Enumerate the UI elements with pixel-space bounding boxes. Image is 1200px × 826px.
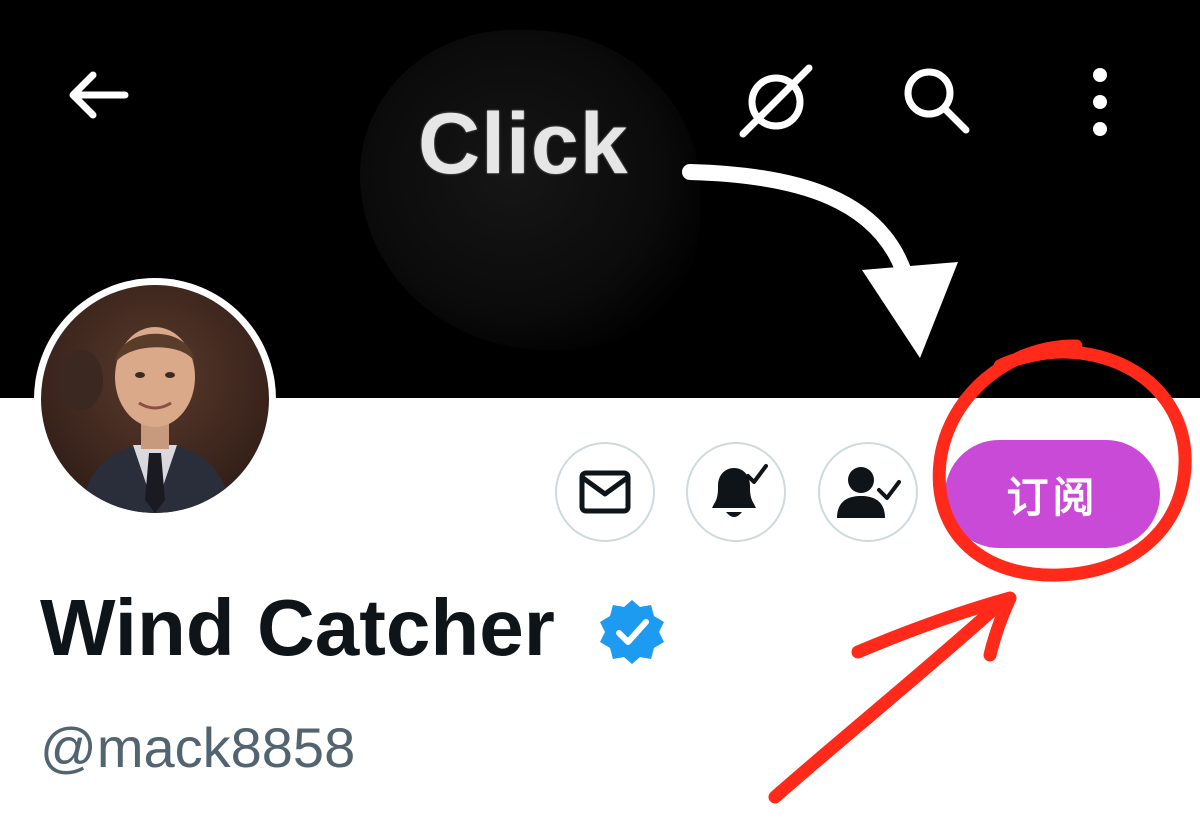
subscribe-button[interactable]: 订阅 — [945, 440, 1160, 548]
search-icon — [904, 68, 970, 134]
user-handle: @mack8858 — [40, 716, 356, 779]
avatar-image — [41, 285, 269, 513]
grok-button[interactable] — [726, 55, 826, 155]
more-vertical-icon — [1093, 68, 1107, 136]
more-button[interactable] — [1065, 52, 1135, 152]
banner-click-text: Click — [418, 96, 629, 192]
arrow-left-icon — [69, 71, 129, 119]
back-button[interactable] — [52, 50, 142, 140]
display-name: Wind Catcher — [40, 583, 555, 672]
person-check-icon — [837, 467, 901, 518]
red-arrow-annotation — [768, 601, 1002, 804]
verified-badge-icon — [600, 600, 664, 664]
following-button[interactable] — [818, 442, 918, 542]
bell-check-icon — [712, 464, 768, 517]
notifications-button[interactable] — [686, 442, 786, 542]
search-button[interactable] — [886, 50, 986, 150]
message-button[interactable] — [555, 442, 655, 542]
envelope-icon — [579, 470, 631, 514]
avatar[interactable] — [34, 278, 276, 520]
slash-circle-icon — [739, 64, 813, 138]
